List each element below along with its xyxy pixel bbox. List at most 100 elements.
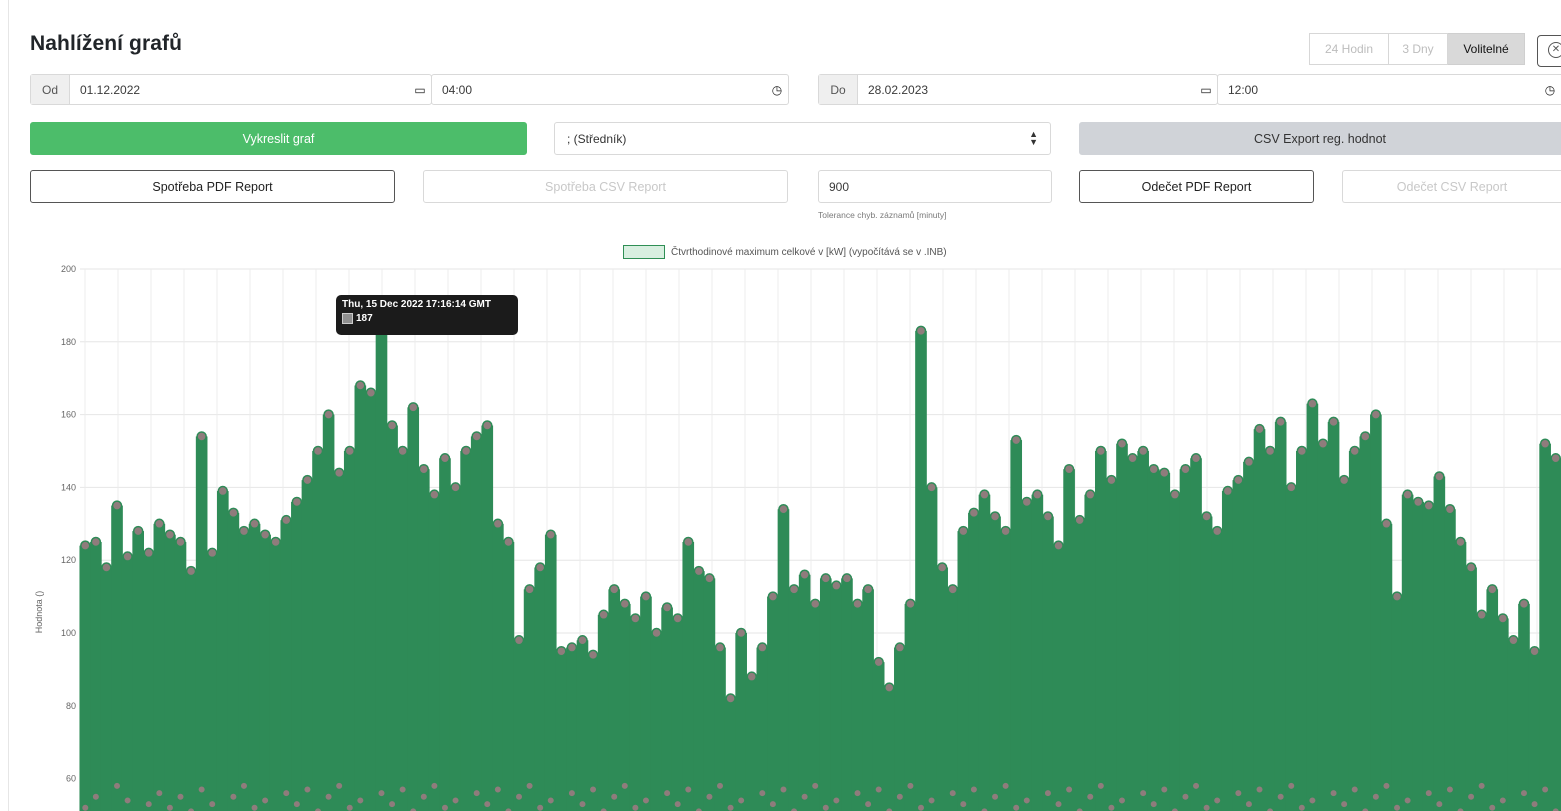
data-point-peak[interactable]: [312, 445, 324, 457]
data-point-peak[interactable]: [1074, 514, 1085, 526]
series-band[interactable]: [841, 578, 853, 811]
data-point-peak[interactable]: [1201, 511, 1212, 522]
series-band[interactable]: [946, 589, 959, 811]
data-point-peak[interactable]: [577, 635, 588, 646]
data-point-peak[interactable]: [355, 380, 366, 391]
data-point-low[interactable]: [959, 800, 968, 809]
series-band[interactable]: [1126, 458, 1139, 811]
series-band[interactable]: [428, 494, 441, 811]
series-band[interactable]: [100, 567, 113, 811]
series-band[interactable]: [79, 545, 92, 811]
data-point-peak[interactable]: [143, 547, 155, 559]
data-point-peak[interactable]: [1455, 536, 1466, 548]
data-point-peak[interactable]: [1010, 434, 1022, 446]
data-point-peak[interactable]: [1402, 489, 1413, 500]
data-point-peak[interactable]: [111, 500, 123, 511]
data-point-peak[interactable]: [513, 635, 525, 646]
data-point-peak[interactable]: [482, 420, 493, 431]
data-point-peak[interactable]: [661, 602, 673, 613]
data-point-low[interactable]: [1096, 781, 1105, 790]
data-point-peak[interactable]: [1021, 496, 1033, 508]
series-band[interactable]: [343, 451, 356, 811]
series-band[interactable]: [1158, 472, 1171, 811]
data-point-low[interactable]: [726, 803, 735, 811]
data-point-peak[interactable]: [608, 584, 620, 595]
data-point-peak[interactable]: [450, 482, 461, 493]
data-point-low[interactable]: [1403, 796, 1412, 805]
series-band[interactable]: [1116, 443, 1128, 811]
data-point-peak[interactable]: [767, 591, 779, 602]
data-point-low[interactable]: [1213, 796, 1222, 805]
data-point-peak[interactable]: [1000, 525, 1011, 537]
series-band[interactable]: [1105, 480, 1118, 811]
data-point-low[interactable]: [1371, 792, 1380, 801]
data-point-peak[interactable]: [979, 489, 990, 500]
data-point-peak[interactable]: [683, 536, 694, 548]
series-band[interactable]: [640, 596, 652, 811]
series-band[interactable]: [978, 494, 991, 811]
data-point-low[interactable]: [345, 803, 354, 811]
data-point-low[interactable]: [821, 803, 830, 811]
series-band[interactable]: [470, 436, 483, 811]
series-band[interactable]: [1401, 494, 1414, 811]
data-point-low[interactable]: [546, 796, 555, 805]
data-point-peak[interactable]: [365, 387, 377, 399]
series-band[interactable]: [90, 542, 102, 811]
data-point-low[interactable]: [440, 803, 449, 811]
series-band[interactable]: [1010, 440, 1023, 811]
data-point-peak[interactable]: [788, 584, 800, 595]
data-point-peak[interactable]: [175, 536, 186, 548]
data-point-low[interactable]: [800, 792, 809, 801]
data-point-peak[interactable]: [1275, 416, 1286, 428]
data-point-peak[interactable]: [206, 547, 218, 559]
data-point-peak[interactable]: [460, 445, 472, 457]
data-point-peak[interactable]: [323, 409, 334, 420]
data-point-peak[interactable]: [1391, 591, 1403, 602]
data-point-peak[interactable]: [1190, 453, 1202, 464]
data-point-peak[interactable]: [556, 645, 567, 657]
data-point-peak[interactable]: [757, 642, 768, 653]
data-point-low[interactable]: [176, 792, 185, 801]
data-point-low[interactable]: [874, 785, 883, 794]
series-band[interactable]: [449, 487, 462, 811]
series-band[interactable]: [111, 505, 123, 811]
series-band[interactable]: [788, 589, 800, 811]
data-point-low[interactable]: [916, 803, 925, 811]
data-point-low[interactable]: [377, 789, 386, 798]
series-band[interactable]: [354, 385, 367, 811]
data-point-low[interactable]: [1297, 803, 1306, 811]
data-point-peak[interactable]: [397, 445, 408, 457]
series-band[interactable]: [407, 407, 420, 811]
series-band[interactable]: [365, 392, 377, 811]
series-band[interactable]: [333, 472, 345, 811]
data-point-low[interactable]: [641, 796, 650, 805]
series-band[interactable]: [830, 585, 843, 811]
data-point-low[interactable]: [113, 781, 122, 790]
data-point-peak[interactable]: [1085, 489, 1096, 500]
data-point-peak[interactable]: [238, 525, 250, 537]
data-point-low[interactable]: [1340, 800, 1349, 809]
data-point-peak[interactable]: [270, 536, 281, 548]
data-point-peak[interactable]: [1328, 416, 1339, 428]
series-band[interactable]: [439, 458, 451, 811]
data-point-low[interactable]: [1477, 781, 1486, 790]
data-point-low[interactable]: [1435, 800, 1444, 809]
series-band[interactable]: [1253, 429, 1266, 811]
series-band[interactable]: [1528, 651, 1541, 811]
data-point-low[interactable]: [1202, 803, 1211, 811]
data-point-low[interactable]: [81, 803, 90, 811]
data-point-peak[interactable]: [1434, 471, 1445, 482]
data-point-peak[interactable]: [1508, 635, 1519, 646]
data-point-peak[interactable]: [1307, 398, 1318, 409]
series-band[interactable]: [555, 651, 568, 811]
data-point-peak[interactable]: [1180, 463, 1191, 475]
series-band[interactable]: [661, 607, 673, 811]
data-point-peak[interactable]: [566, 642, 578, 653]
data-point-low[interactable]: [155, 789, 164, 798]
series-band[interactable]: [1232, 480, 1245, 811]
data-point-peak[interactable]: [545, 529, 556, 540]
series-band[interactable]: [1539, 443, 1551, 811]
series-band[interactable]: [798, 574, 811, 811]
data-point-peak[interactable]: [651, 627, 662, 639]
data-point-low[interactable]: [472, 789, 481, 798]
